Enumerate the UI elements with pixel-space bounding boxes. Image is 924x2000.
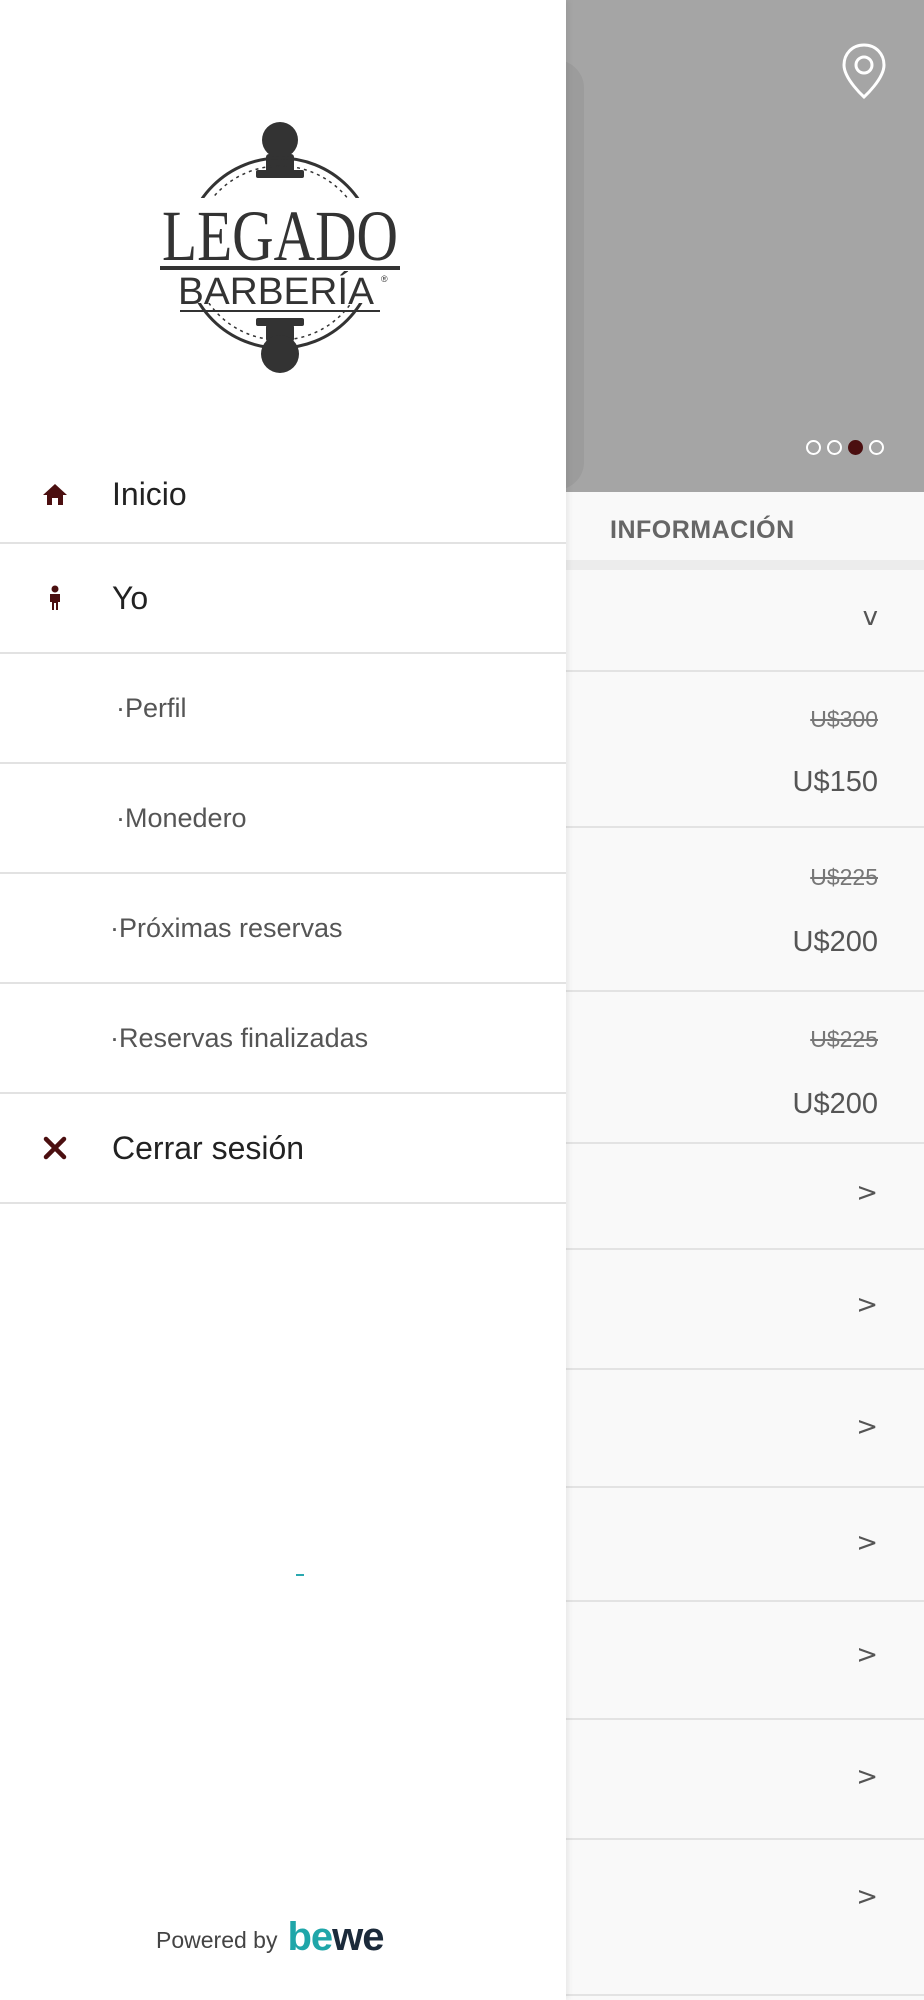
dropdown-row[interactable]: v — [566, 572, 924, 672]
chevron-right-icon: > — [856, 1882, 878, 1912]
submenu-item-monedero[interactable]: ·Monedero — [0, 764, 566, 874]
chevron-down-icon: v — [862, 602, 878, 632]
location-pin-icon[interactable] — [840, 42, 888, 100]
list-row[interactable]: > — [566, 1488, 924, 1602]
chevron-right-icon: > — [856, 1290, 878, 1320]
list-row[interactable]: > — [566, 1370, 924, 1488]
current-price: U$150 — [792, 766, 878, 798]
service-price-row[interactable]: U$225 U$200 — [566, 828, 924, 992]
submenu-item-label: ·Perfil — [116, 692, 187, 723]
brand-part-be: be — [287, 1915, 333, 1959]
home-icon — [40, 479, 70, 509]
powered-by-text: Powered by — [156, 1927, 278, 1953]
menu-item-label: Yo — [112, 579, 149, 616]
carousel-dot[interactable] — [806, 440, 821, 455]
list-row[interactable]: > — [566, 1144, 924, 1250]
menu-item-inicio[interactable]: Inicio — [0, 446, 566, 544]
carousel-dot[interactable] — [827, 440, 842, 455]
brand-part-we: we — [332, 1915, 384, 1959]
chevron-right-icon: > — [856, 1528, 878, 1558]
list-row[interactable]: > — [566, 1250, 924, 1370]
chevron-right-icon: > — [856, 1178, 878, 1208]
menu-item-yo[interactable]: Yo — [0, 544, 566, 654]
loading-indicator — [296, 1574, 304, 1576]
old-price: U$300 — [810, 706, 878, 732]
logout-label: Cerrar sesión — [112, 1129, 305, 1166]
bewe-logo[interactable]: bewe — [287, 1917, 384, 1957]
old-price: U$225 — [810, 1026, 878, 1052]
carousel-dots[interactable] — [806, 440, 884, 455]
tab-underline — [566, 560, 924, 570]
side-drawer: LEGADO BARBERÍA ® Inicio Yo ·Perfil ·Mon… — [0, 0, 566, 2000]
logo-word-legado: LEGADO — [162, 196, 398, 276]
chevron-right-icon: > — [856, 1762, 878, 1792]
submenu-item-label: ·Monedero — [116, 802, 247, 833]
current-price: U$200 — [792, 926, 878, 958]
carousel-dot-active[interactable] — [848, 440, 863, 455]
person-icon — [40, 583, 70, 613]
submenu-item-label: ·Próximas reservas — [110, 912, 343, 943]
old-price: U$225 — [810, 864, 878, 890]
service-price-row[interactable]: U$225 U$200 — [566, 992, 924, 1144]
menu-item-label: Inicio — [112, 475, 187, 512]
registered-mark: ® — [381, 274, 388, 284]
carousel-dot[interactable] — [869, 440, 884, 455]
submenu-item-label: ·Reservas finalizadas — [110, 1022, 369, 1053]
logout-button[interactable]: Cerrar sesión — [0, 1094, 566, 1204]
logo-word-barberia: BARBERÍA — [178, 270, 375, 313]
chevron-right-icon: > — [856, 1412, 878, 1442]
list-row[interactable]: > — [566, 1840, 924, 1996]
chevron-right-icon: > — [856, 1640, 878, 1670]
list-row[interactable]: > — [566, 1602, 924, 1720]
legado-barberia-logo: LEGADO BARBERÍA ® — [156, 122, 404, 373]
tab-informacion[interactable]: INFORMACIÓN — [610, 516, 795, 545]
list-row[interactable]: > — [566, 1720, 924, 1840]
close-icon — [40, 1133, 70, 1163]
service-price-row[interactable]: U$300 U$150 — [566, 672, 924, 828]
submenu-item-proximas-reservas[interactable]: ·Próximas reservas — [0, 874, 566, 984]
submenu-item-perfil[interactable]: ·Perfil — [0, 654, 566, 764]
submenu-item-reservas-finalizadas[interactable]: ·Reservas finalizadas — [0, 984, 566, 1094]
powered-by-footer: Powered by bewe — [156, 1917, 385, 1957]
current-price: U$200 — [792, 1088, 878, 1120]
